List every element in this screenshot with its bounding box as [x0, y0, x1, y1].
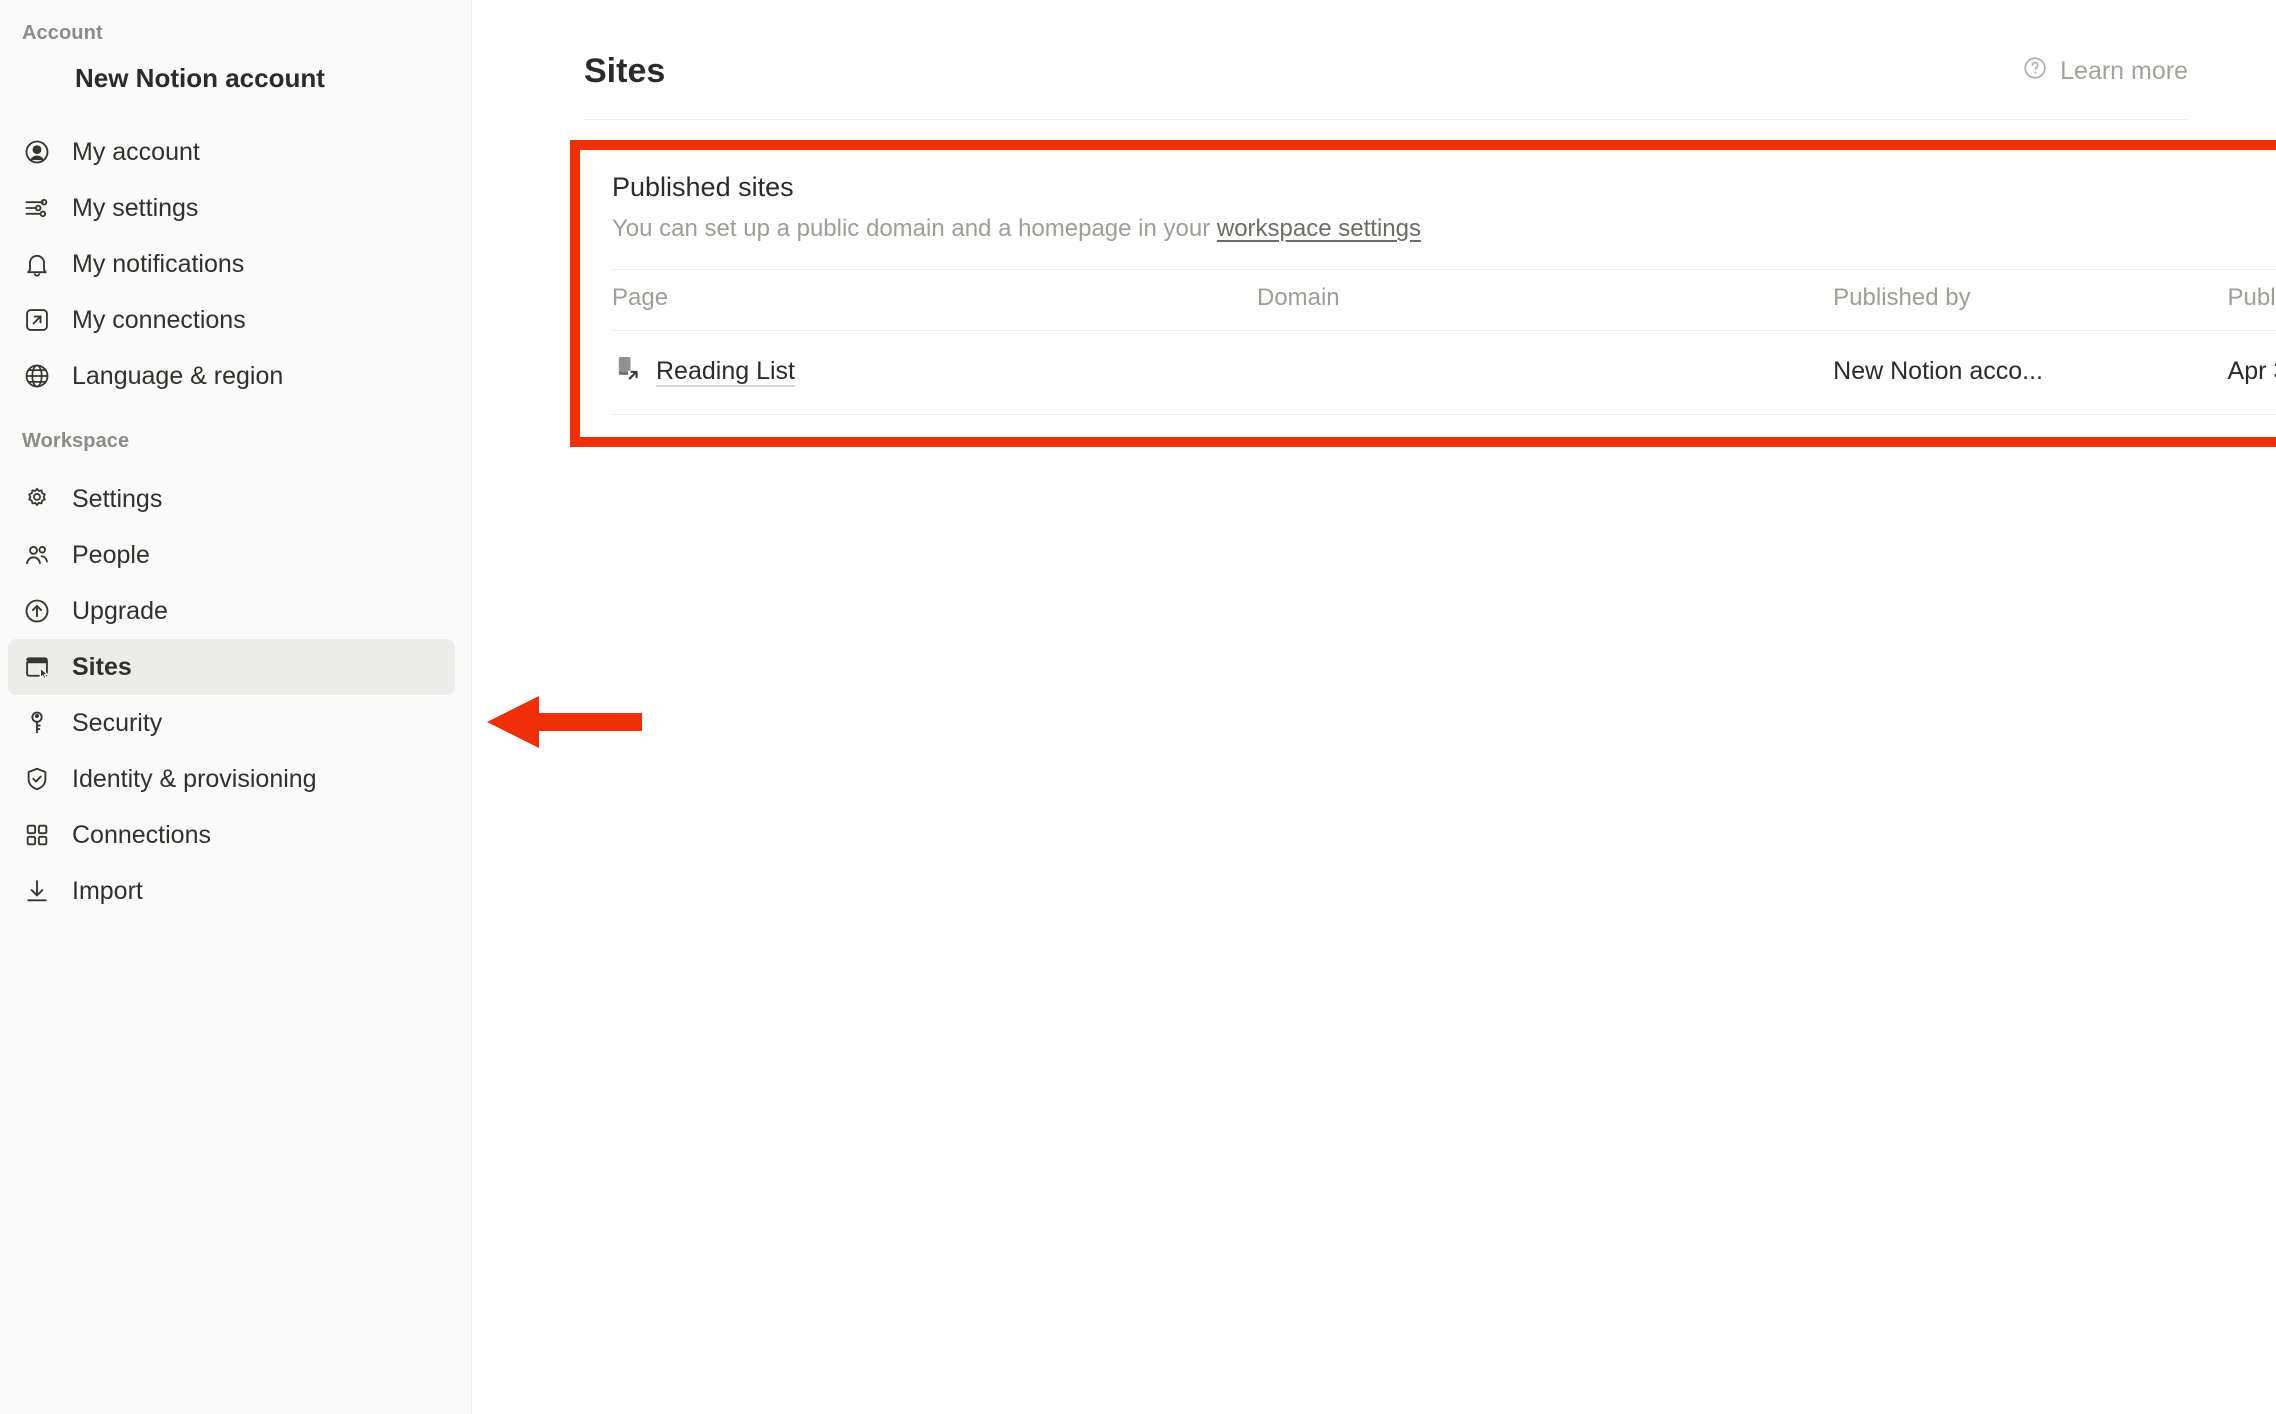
- sidebar-item-label: Language & region: [72, 361, 284, 390]
- main-header: Sites Learn more: [472, 0, 2276, 91]
- cell-published-date: Apr 30, 2024: [2227, 330, 2276, 415]
- published-sites-description: You can set up a public domain and a hom…: [612, 215, 2276, 243]
- cell-domain: [1256, 330, 1834, 415]
- published-sites-title: Published sites: [612, 172, 794, 202]
- sidebar-item-import[interactable]: Import: [8, 863, 455, 919]
- sidebar-item-label: People: [72, 540, 150, 569]
- sidebar-item-label: Connections: [72, 820, 211, 849]
- sidebar-item-my-settings[interactable]: My settings: [8, 180, 455, 236]
- notion-settings-window: Account New Notion account My account My…: [0, 0, 2276, 1414]
- page-link[interactable]: Reading List: [656, 357, 795, 386]
- sidebar-item-label: Upgrade: [72, 596, 168, 625]
- sidebar-item-my-notifications[interactable]: My notifications: [8, 236, 455, 292]
- people-icon: [22, 540, 52, 570]
- header-divider: [584, 119, 2188, 120]
- cell-published-by: New Notion acco...: [1833, 330, 2228, 415]
- book-link-icon: [612, 353, 642, 390]
- account-name[interactable]: New Notion account: [0, 63, 471, 94]
- sidebar-item-people[interactable]: People: [8, 527, 455, 583]
- table-header-row: Page Domain Published by Published date: [612, 269, 2276, 331]
- globe-icon: [22, 361, 52, 391]
- column-header-page: Page: [612, 269, 1257, 331]
- published-sites-panel: Published sites You can set up a public …: [580, 150, 2276, 415]
- sidebar-item-label: My account: [72, 137, 200, 166]
- description-text: You can set up a public domain and a hom…: [612, 215, 1217, 242]
- page-title: Sites: [584, 52, 666, 90]
- table-header: Page Domain Published by Published date: [612, 269, 2276, 331]
- sliders-icon: [22, 193, 52, 223]
- column-header-domain: Domain: [1256, 269, 1834, 331]
- published-sites-highlight-box: Published sites You can set up a public …: [570, 140, 2276, 447]
- sidebar-item-connections[interactable]: Connections: [8, 807, 455, 863]
- gear-icon: [22, 484, 52, 514]
- table-row[interactable]: Reading List New Notion acco... Apr 30, …: [612, 330, 2276, 415]
- sidebar-item-label: My settings: [72, 193, 199, 222]
- sidebar-item-sites[interactable]: Sites: [8, 639, 455, 695]
- learn-more-link[interactable]: Learn more: [2022, 55, 2188, 88]
- sidebar-item-label: Identity & provisioning: [72, 764, 317, 793]
- sidebar-item-label: Import: [72, 876, 143, 905]
- workspace-settings-link[interactable]: workspace settings: [1217, 215, 1421, 242]
- workspace-nav-list: Settings People Upgrade Sites Security I…: [0, 471, 471, 919]
- window-cursor-icon: [22, 652, 52, 682]
- sidebar-item-my-connections[interactable]: My connections: [8, 292, 455, 348]
- settings-sidebar: Account New Notion account My account My…: [0, 0, 472, 1414]
- user-circle-icon: [22, 137, 52, 167]
- account-nav-list: My account My settings My notifications …: [0, 124, 471, 404]
- shield-check-icon: [22, 764, 52, 794]
- sidebar-item-settings[interactable]: Settings: [8, 471, 455, 527]
- learn-more-label: Learn more: [2060, 57, 2188, 85]
- download-icon: [22, 876, 52, 906]
- settings-main-panel: Sites Learn more Published sites You can…: [472, 0, 2276, 1414]
- sidebar-item-security[interactable]: Security: [8, 695, 455, 751]
- sidebar-item-upgrade[interactable]: Upgrade: [8, 583, 455, 639]
- sidebar-item-language-region[interactable]: Language & region: [8, 348, 455, 404]
- sidebar-item-label: Sites: [72, 652, 132, 681]
- published-sites-table: Page Domain Published by Published date: [612, 269, 2276, 415]
- sidebar-item-my-account[interactable]: My account: [8, 124, 455, 180]
- key-icon: [22, 708, 52, 738]
- sidebar-item-label: My connections: [72, 305, 246, 334]
- bell-icon: [22, 249, 52, 279]
- grid-icon: [22, 820, 52, 850]
- column-header-published-by: Published by: [1833, 269, 2228, 331]
- arrow-up-circle-icon: [22, 596, 52, 626]
- column-header-published-date: Published date: [2227, 269, 2276, 331]
- sidebar-item-identity-provisioning[interactable]: Identity & provisioning: [8, 751, 455, 807]
- sidebar-item-label: Settings: [72, 484, 163, 513]
- question-circle-icon: [2022, 55, 2048, 88]
- arrow-box-icon: [22, 305, 52, 335]
- sidebar-item-label: Security: [72, 708, 163, 737]
- account-section-label: Account: [22, 22, 103, 44]
- workspace-section-label: Workspace: [22, 430, 130, 452]
- annotation-arrow: [487, 696, 642, 748]
- cell-page: Reading List: [612, 330, 1257, 415]
- sidebar-item-label: My notifications: [72, 249, 245, 278]
- table-body: Reading List New Notion acco... Apr 30, …: [612, 330, 2276, 415]
